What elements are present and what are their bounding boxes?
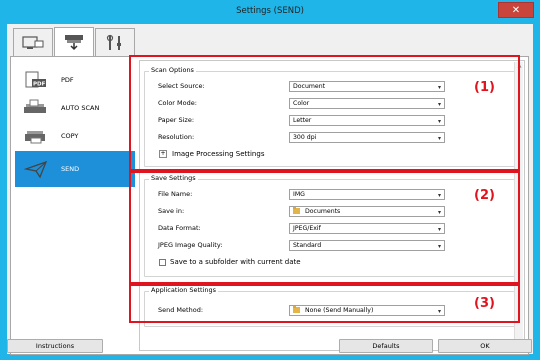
sidebar-item-send[interactable]: SEND — [15, 151, 135, 187]
general-settings-icon — [106, 34, 121, 50]
tab-general-settings[interactable] — [95, 28, 135, 56]
close-button[interactable]: ✕ — [498, 2, 534, 18]
defaults-button[interactable]: Defaults — [339, 339, 433, 353]
tab-scan-from-computer[interactable] — [13, 28, 53, 56]
sidebar-item-label: SEND — [61, 165, 80, 173]
ok-label: OK — [480, 342, 490, 350]
annotation-label-3: (3) — [474, 296, 495, 311]
close-icon: ✕ — [511, 4, 521, 16]
pdf-icon: PDF — [21, 69, 51, 91]
title-bar[interactable]: Settings (SEND) ✕ — [0, 0, 540, 22]
annotation-label-2: (2) — [474, 188, 495, 203]
settings-window: Settings (SEND) ✕ PDF PDF AUTO SCAN COPY… — [0, 0, 540, 360]
sidebar-item-label: PDF — [61, 76, 74, 84]
annotation-box-2 — [129, 171, 520, 284]
sidebar-item-auto-scan[interactable]: AUTO SCAN — [15, 95, 135, 121]
instructions-button[interactable]: Instructions — [7, 339, 103, 353]
annotation-box-3 — [129, 284, 520, 323]
annotation-label-1: (1) — [474, 80, 495, 95]
sidebar-item-label: COPY — [61, 132, 79, 140]
copy-icon — [21, 125, 51, 147]
sidebar-item-label: AUTO SCAN — [61, 104, 100, 112]
tab-scan-from-panel[interactable] — [54, 27, 94, 56]
instructions-label: Instructions — [35, 342, 75, 350]
annotation-box-1 — [129, 55, 520, 171]
scan-type-list: PDF PDF AUTO SCAN COPY SEND — [15, 61, 135, 349]
send-icon — [21, 158, 51, 180]
sidebar-item-copy[interactable]: COPY — [15, 123, 135, 149]
scan-from-panel-icon — [65, 35, 83, 51]
window-title: Settings (SEND) — [236, 6, 304, 16]
svg-text:PDF: PDF — [33, 82, 46, 88]
auto-scan-icon — [21, 97, 51, 119]
ok-button[interactable]: OK — [438, 339, 532, 353]
scan-from-computer-icon — [22, 35, 44, 49]
defaults-label: Defaults — [372, 342, 400, 350]
sidebar-item-pdf[interactable]: PDF PDF — [15, 67, 135, 93]
